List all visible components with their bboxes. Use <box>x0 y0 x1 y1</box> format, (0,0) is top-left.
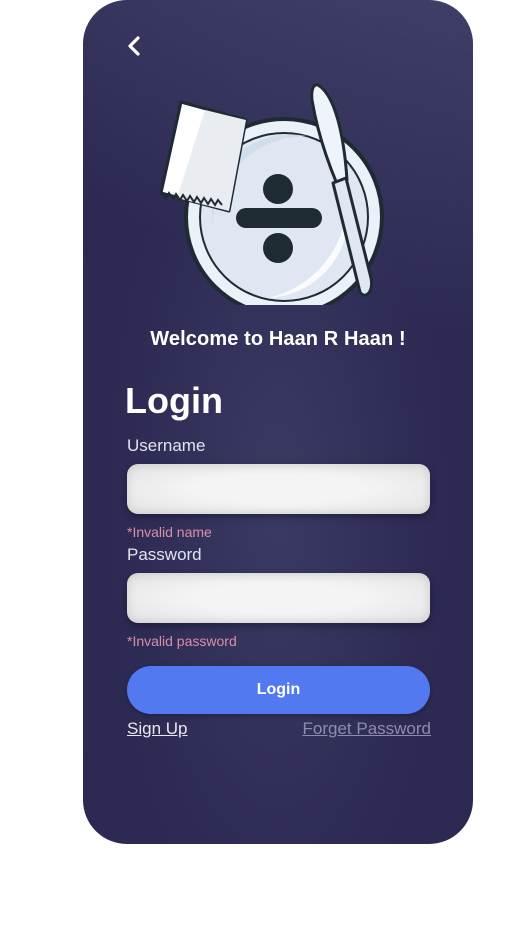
page-title: Login <box>125 380 223 421</box>
username-error: *Invalid name <box>127 524 212 540</box>
password-input[interactable] <box>127 573 430 623</box>
sign-up-link[interactable]: Sign Up <box>127 719 187 739</box>
napkin-icon <box>159 100 248 213</box>
hero-illustration <box>157 80 397 317</box>
welcome-text: Welcome to Haan R Haan ! <box>150 328 406 350</box>
username-input[interactable] <box>127 464 430 514</box>
back-button[interactable] <box>121 32 147 60</box>
login-screen: Welcome to Haan R Haan ! Login Username … <box>83 0 473 844</box>
password-error: *Invalid password <box>127 633 237 649</box>
username-label: Username <box>127 436 206 455</box>
login-button[interactable]: Login <box>127 666 430 714</box>
chevron-left-icon <box>128 36 140 56</box>
password-label: Password <box>127 545 202 564</box>
forget-password-link[interactable]: Forget Password <box>303 719 432 739</box>
